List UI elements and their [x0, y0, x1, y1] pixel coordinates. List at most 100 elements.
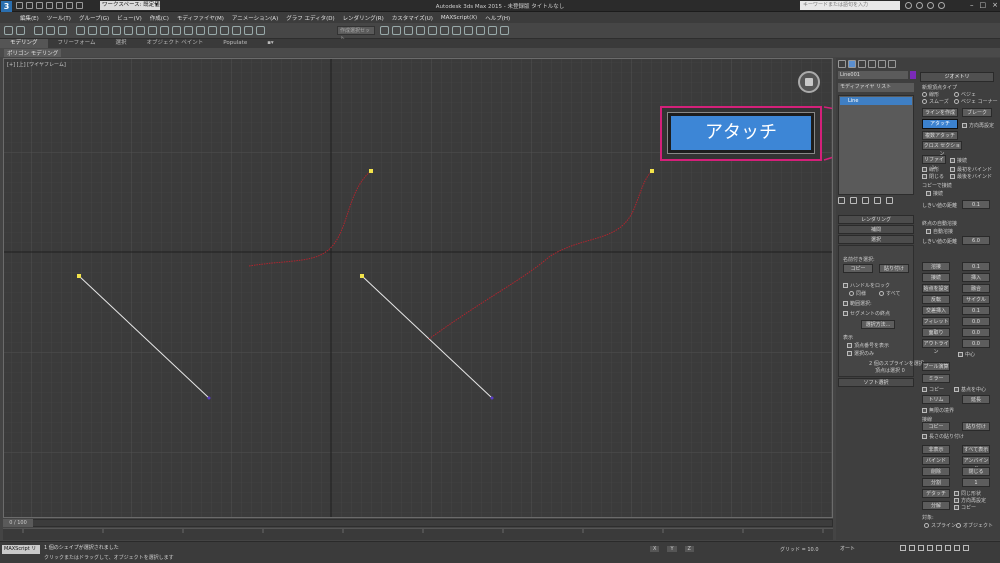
about-pivot-checkbox[interactable]: 基点を中心 [954, 386, 986, 393]
bezier-option[interactable]: ベジェ [954, 91, 976, 98]
bind-space-warp-icon[interactable] [58, 26, 67, 35]
select-rotate-icon[interactable] [136, 26, 145, 35]
menu-animation[interactable]: アニメーション(A) [232, 14, 278, 22]
window-crossing-icon[interactable] [112, 26, 121, 35]
select-by-name-icon[interactable] [88, 26, 97, 35]
infinite-bounds-checkbox[interactable]: 無限の境界 [922, 407, 954, 414]
weld-button[interactable]: 溶接 [922, 262, 950, 271]
auto-weld-checkbox[interactable]: 自動溶接 [926, 228, 953, 235]
more-icon[interactable] [76, 2, 83, 9]
align-icon[interactable] [392, 26, 401, 35]
z-coord-field[interactable]: Z [684, 546, 694, 552]
subscription-icon[interactable] [916, 2, 923, 9]
object-name-field[interactable]: Line001 [838, 71, 908, 79]
show-vertex-numbers[interactable]: 頂点番号を表示 [847, 342, 889, 349]
layer-manager-icon[interactable] [404, 26, 413, 35]
cross-section-button[interactable]: クロス セクション [922, 141, 962, 157]
mirror-copy-checkbox[interactable]: コピー [922, 386, 944, 393]
communication-icon[interactable] [927, 2, 934, 9]
connect-copy-checkbox[interactable]: 接続 [926, 190, 943, 197]
maxscript-listener[interactable]: MAXScript リ [2, 545, 40, 554]
unbind-button[interactable]: アンバインド [962, 456, 990, 472]
angle-snap-icon[interactable] [220, 26, 229, 35]
menu-group[interactable]: グループ(G) [79, 14, 109, 22]
y-coord-field[interactable]: Y [667, 546, 677, 552]
copy-button[interactable]: コピー [843, 264, 873, 273]
fillet-button[interactable]: フィレット [922, 317, 950, 326]
alike-option[interactable]: 同様 [849, 290, 866, 297]
rollout-rendering[interactable]: レンダリング [838, 215, 914, 224]
stack-item-line[interactable]: Line [840, 97, 912, 105]
go-to-start-icon[interactable] [900, 545, 906, 551]
curve-editor-icon[interactable] [428, 26, 437, 35]
close-button[interactable]: 閉じる [962, 467, 990, 476]
render-setup-icon[interactable] [464, 26, 473, 35]
extend-button[interactable]: 延長 [962, 395, 990, 404]
divide-button[interactable]: 分割 [922, 478, 950, 487]
rollout-selection[interactable]: 選択 [838, 235, 914, 244]
tab-populate[interactable]: Populate [213, 39, 257, 48]
viewcube-icon[interactable] [798, 71, 820, 93]
render-iterative-icon[interactable] [500, 26, 509, 35]
paste-button[interactable]: 貼り付け [879, 264, 909, 273]
open-file-icon[interactable] [26, 2, 33, 9]
minimize-icon[interactable]: – [970, 1, 974, 9]
create-line-button[interactable]: ラインを作成 [922, 108, 958, 117]
pan-icon[interactable] [954, 545, 960, 551]
same-shape-checkbox[interactable]: 同じ形状 [954, 490, 981, 497]
fuse-button[interactable]: 融合 [962, 284, 990, 293]
segment-end-label[interactable]: セグメントの終点 [843, 310, 890, 317]
menu-graph-editors[interactable]: グラフ エディタ(D) [286, 14, 334, 22]
weld-threshold-spinner[interactable]: 6.0 [962, 236, 990, 245]
selection-set-dropdown[interactable]: 作成選択セット [337, 26, 375, 42]
bind-first-checkbox[interactable]: 最初をバインド [950, 166, 992, 173]
keyboard-shortcut-icon[interactable] [196, 26, 205, 35]
smooth-option[interactable]: スムーズ [922, 98, 949, 105]
area-select-label[interactable]: 範囲選択: [843, 300, 872, 307]
menu-tools[interactable]: ツール(T) [47, 14, 71, 22]
weld-spinner[interactable]: 0.1 [962, 262, 990, 271]
connect-option[interactable]: 接続 [950, 157, 967, 164]
orbit-icon[interactable] [963, 545, 969, 551]
render-production-icon[interactable] [488, 26, 497, 35]
divide-spinner[interactable]: 1 [962, 478, 990, 487]
tab-selection[interactable]: 選択 [106, 39, 137, 48]
detach-button[interactable]: デタッチ [922, 489, 950, 498]
menu-edit[interactable]: 編集(E) [20, 14, 39, 22]
save-file-icon[interactable] [36, 2, 43, 9]
mirror-icon[interactable] [380, 26, 389, 35]
tab-object-paint[interactable]: オブジェクト ペイント [137, 39, 214, 48]
select-by-button[interactable]: 選択方法... [861, 320, 895, 329]
objects-option[interactable]: オブジェクト [956, 522, 993, 529]
detach-copy-checkbox[interactable]: コピー [954, 504, 976, 511]
chamfer-spinner[interactable]: 0.0 [962, 328, 990, 337]
close-icon[interactable]: × [992, 1, 998, 9]
undo-icon[interactable] [46, 2, 53, 9]
trim-button[interactable]: トリム [922, 395, 950, 404]
ref-coord-icon[interactable] [160, 26, 169, 35]
geometry-rollout-header[interactable]: ジオメトリ [920, 72, 994, 82]
make-unique-icon[interactable] [862, 197, 869, 204]
unlink-icon[interactable] [46, 26, 55, 35]
selected-only[interactable]: 選択のみ [847, 350, 874, 357]
new-file-icon[interactable] [16, 2, 23, 9]
schematic-view-icon[interactable] [440, 26, 449, 35]
menu-customize[interactable]: カスタマイズ(U) [392, 14, 433, 22]
tab-modeling[interactable]: モデリング [0, 39, 48, 48]
search-input[interactable] [800, 1, 900, 10]
attach-button[interactable]: アタッチ [922, 119, 958, 129]
menu-help[interactable]: ヘルプ(H) [485, 14, 510, 22]
select-scale-icon[interactable] [148, 26, 157, 35]
delete-button[interactable]: 削除 [922, 467, 950, 476]
track-bar[interactable] [3, 528, 833, 540]
bezier-corner-option[interactable]: ベジェ コーナー [954, 98, 998, 105]
help-icon[interactable] [938, 2, 945, 9]
crossinsert-spinner[interactable]: 0.1 [962, 306, 990, 315]
lock-handles-label[interactable]: ハンドルをロック [843, 282, 890, 289]
display-tab-icon[interactable] [878, 60, 886, 68]
boolean-button[interactable]: ブール演算 [922, 362, 950, 371]
x-coord-field[interactable]: X [650, 546, 660, 552]
object-color-swatch[interactable] [910, 71, 916, 79]
outline-button[interactable]: アウトライン [922, 339, 950, 355]
tangent-copy-button[interactable]: コピー [922, 422, 950, 431]
